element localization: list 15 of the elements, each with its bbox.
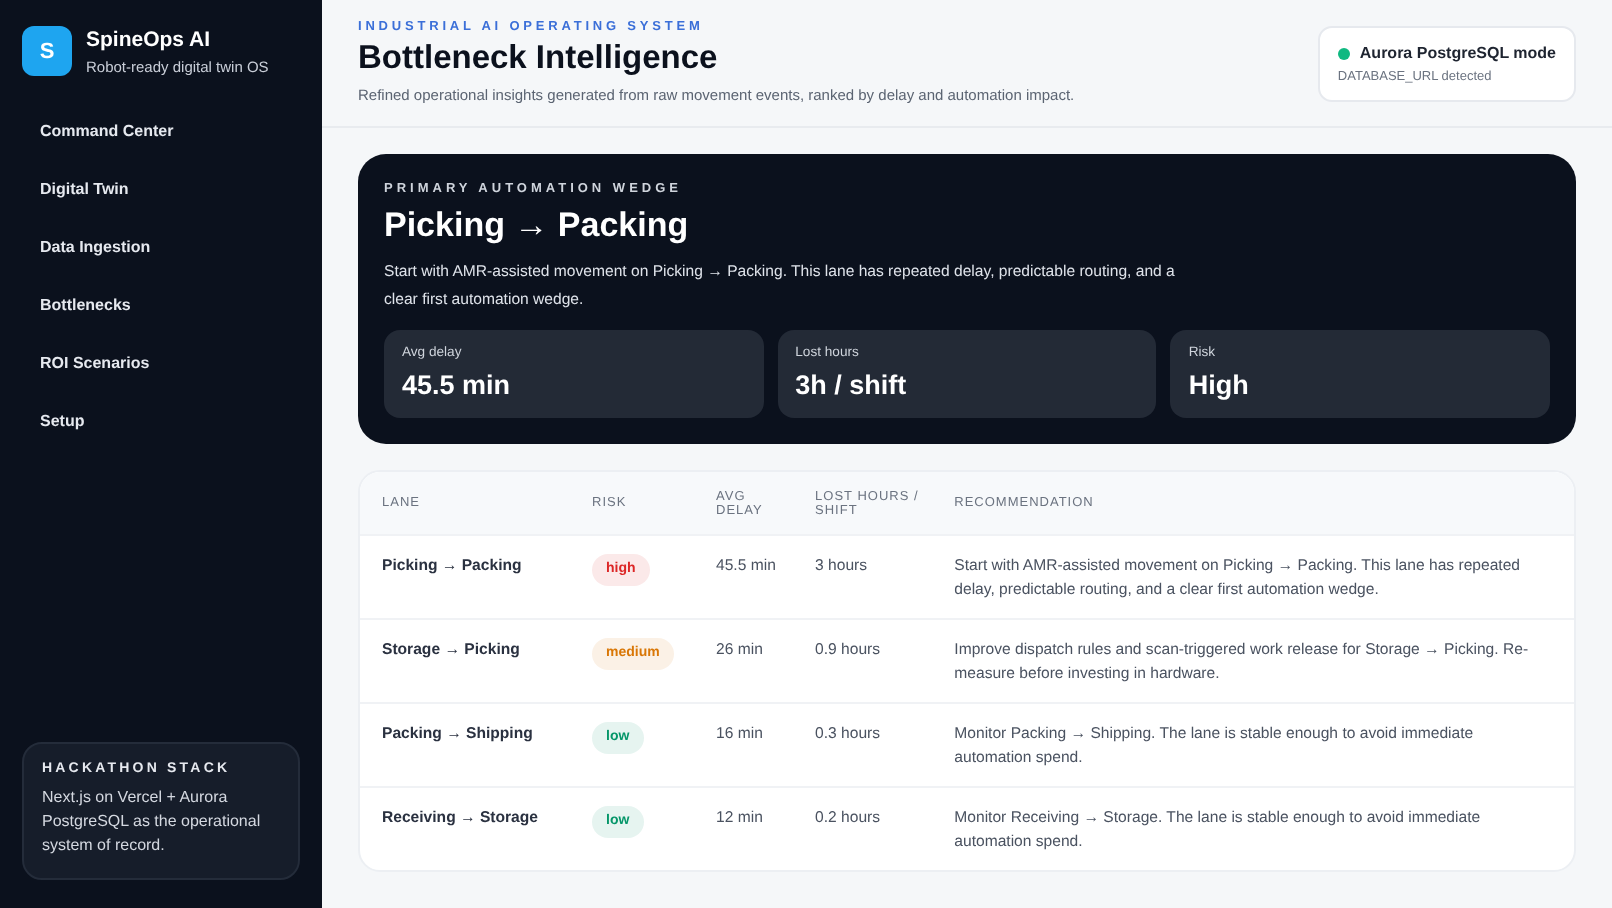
nav-item[interactable]: ROI Scenarios bbox=[22, 334, 168, 392]
page-title: Bottleneck Intelligence bbox=[358, 40, 720, 78]
nav-item[interactable]: Bottlenecks bbox=[22, 276, 149, 334]
stat-value: High bbox=[1188, 370, 1251, 400]
app-logo: S bbox=[22, 26, 72, 76]
app-name: SpineOps AI bbox=[86, 27, 213, 51]
stat-value: 45.5 min bbox=[402, 370, 513, 400]
nav-item[interactable]: Command Center bbox=[22, 102, 192, 160]
nav-item[interactable]: Setup bbox=[22, 392, 103, 450]
status-title: Aurora PostgreSQL mode bbox=[1359, 44, 1556, 62]
hero-title: Picking → Packing bbox=[384, 206, 691, 246]
nav-item[interactable]: Digital Twin bbox=[22, 160, 147, 218]
nav-item[interactable]: Data Ingestion bbox=[22, 218, 169, 276]
stat-value: 3h / shift bbox=[795, 370, 909, 400]
card-text: Next.js on Vercel + Aurora PostgreSQL as the operational system of record. bbox=[42, 786, 263, 858]
